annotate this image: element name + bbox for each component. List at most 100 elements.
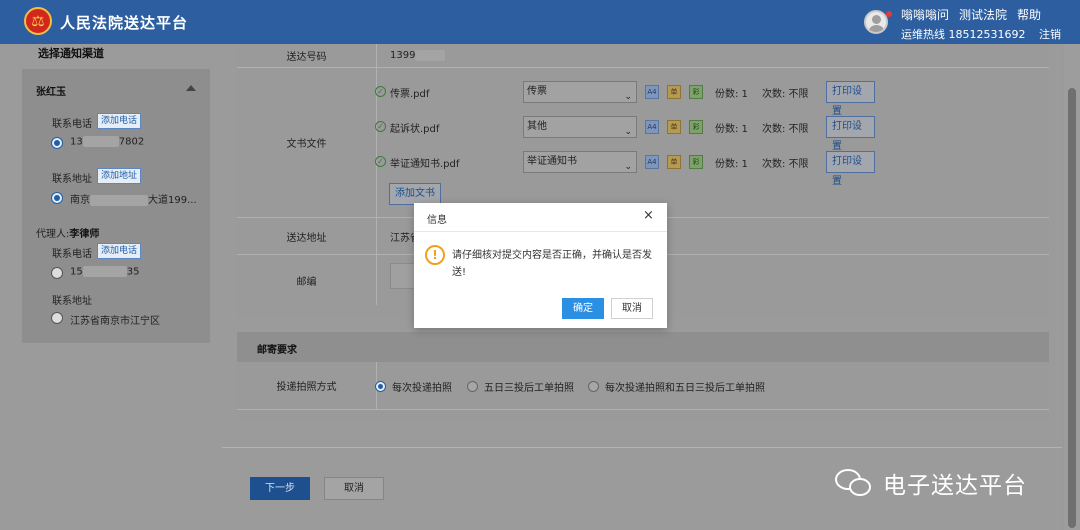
- agent-phone-value: 15 35: [70, 266, 140, 278]
- service-no-row: 送达号码 1399: [237, 44, 1049, 68]
- postcode-label: 邮编: [237, 255, 377, 305]
- agent-phone-radio[interactable]: [51, 267, 63, 279]
- party-address-label: 联系地址: [52, 174, 92, 185]
- color-print-icon[interactable]: 彩: [689, 120, 703, 134]
- documents-label: 文书文件: [237, 68, 377, 217]
- address-label: 送达地址: [237, 218, 377, 254]
- mail-title: 邮寄要求: [257, 345, 297, 356]
- warning-icon: !: [425, 245, 445, 265]
- hotline-number: 18512531692: [948, 28, 1026, 41]
- color-print-icon[interactable]: 彩: [689, 155, 703, 169]
- next-step-button[interactable]: 下一步: [250, 477, 310, 500]
- agent-address-value: 江苏省南京市江宁区: [70, 316, 160, 327]
- photo-option-each-delivery[interactable]: 每次投递拍照: [375, 362, 452, 410]
- print-settings-button[interactable]: 打印设置: [826, 151, 875, 187]
- party-phone-label: 联系电话: [52, 119, 92, 130]
- scrollbar-thumb[interactable]: [1068, 88, 1076, 528]
- hotline-label: 运维热线: [901, 28, 945, 41]
- wechat-icon: [835, 467, 875, 499]
- document-file-name[interactable]: 起诉状.pdf: [390, 120, 439, 135]
- agent-add-phone-button[interactable]: 添加电话: [97, 243, 142, 259]
- agent-label: 代理人:李律师: [36, 229, 100, 240]
- print-settings-button[interactable]: 打印设置: [826, 81, 875, 117]
- divider: [222, 447, 1062, 448]
- documents-row: 文书文件 ✓ 传票.pdf 传票 ⌄ A4 单 彩 份数: 1 次数: 不限 打印…: [237, 68, 1049, 218]
- document-type-select[interactable]: 传票 ⌄: [523, 81, 637, 103]
- document-item: ✓ 举证通知书.pdf 举证通知书 ⌄ A4 单 彩 份数: 1 次数: 不限 打…: [375, 151, 875, 187]
- user-name[interactable]: 嗡嗡嗡问: [901, 8, 949, 22]
- party-address-value: 南京 大道199...: [70, 194, 197, 206]
- vertical-scrollbar[interactable]: [1064, 44, 1080, 530]
- document-file-name[interactable]: 举证通知书.pdf: [390, 155, 459, 170]
- dialog-title: 信息: [427, 215, 447, 226]
- court-name: 测试法院: [959, 8, 1008, 22]
- mail-header: 邮寄要求: [237, 332, 1049, 362]
- hotline-info: 运维热线 18512531692 注销: [901, 26, 1061, 42]
- print-settings-button[interactable]: 打印设置: [826, 116, 875, 152]
- check-circle-icon: ✓: [375, 121, 386, 132]
- party-phone-radio[interactable]: [51, 137, 63, 149]
- document-item: ✓ 起诉状.pdf 其他 ⌄ A4 单 彩 份数: 1 次数: 不限 打印设置: [375, 116, 875, 152]
- add-document-button[interactable]: 添加文书: [389, 183, 441, 205]
- paper-a4-icon[interactable]: A4: [645, 85, 659, 99]
- radio-selected-icon[interactable]: [375, 380, 386, 392]
- photo-option-five-day[interactable]: 五日三投后工单拍照: [467, 362, 574, 410]
- document-times: 次数: 不限: [762, 159, 809, 170]
- contact-card: 张红玉 联系电话 添加电话 13 7802 联系地址 添加地址 南京 大道199..…: [22, 69, 210, 343]
- radio-icon[interactable]: [588, 380, 599, 392]
- single-side-icon[interactable]: 单: [667, 85, 681, 99]
- help-link[interactable]: 帮助: [1017, 8, 1041, 22]
- color-print-icon[interactable]: 彩: [689, 85, 703, 99]
- agent-address-label: 联系地址: [52, 296, 92, 307]
- masked-text: [415, 50, 446, 61]
- check-circle-icon: ✓: [375, 86, 386, 97]
- photo-option-both[interactable]: 每次投递拍照和五日三投后工单拍照: [588, 362, 765, 410]
- single-side-icon[interactable]: 单: [667, 120, 681, 134]
- court-emblem-icon: ⚖: [24, 7, 52, 35]
- paper-a4-icon[interactable]: A4: [645, 120, 659, 134]
- add-address-button[interactable]: 添加地址: [97, 168, 142, 184]
- agent-phone-label: 联系电话: [52, 249, 92, 260]
- add-phone-button[interactable]: 添加电话: [97, 113, 142, 129]
- app-title: 人民法院送达平台: [60, 14, 189, 32]
- document-copies: 份数: 1: [715, 124, 748, 135]
- chevron-down-icon: ⌄: [624, 127, 632, 137]
- document-item: ✓ 传票.pdf 传票 ⌄ A4 单 彩 份数: 1 次数: 不限 打印设置: [375, 81, 875, 117]
- dialog-header: 信息 ×: [414, 203, 667, 232]
- photo-method-label: 投递拍照方式: [237, 362, 377, 409]
- agent-address-radio[interactable]: [51, 312, 63, 324]
- logout-link[interactable]: 注销: [1039, 28, 1061, 41]
- user-avatar-icon[interactable]: [864, 10, 888, 34]
- document-type-select[interactable]: 举证通知书 ⌄: [523, 151, 637, 173]
- dialog-message: 请仔细核对提交内容是否正确，并确认是否发送!: [452, 250, 652, 278]
- party-address-radio[interactable]: [51, 192, 63, 204]
- channel-panel: 选择通知渠道 张红玉 联系电话 添加电话 13 7802 联系地址 添加地址 南京…: [0, 44, 222, 530]
- paper-a4-icon[interactable]: A4: [645, 155, 659, 169]
- masked-text: [82, 266, 127, 277]
- dialog-cancel-button[interactable]: 取消: [611, 298, 653, 319]
- document-copies: 份数: 1: [715, 159, 748, 170]
- top-header: ⚖ 人民法院送达平台 嗡嗡嗡问 测试法院 帮助 运维热线 18512531692 注…: [0, 0, 1080, 44]
- document-copies: 份数: 1: [715, 89, 748, 100]
- collapse-arrow-icon[interactable]: [186, 85, 196, 91]
- agent-name: 李律师: [69, 229, 100, 240]
- party-name: 张红玉: [36, 87, 66, 98]
- watermark: 电子送达平台: [835, 466, 1027, 500]
- notification-dot-icon: [886, 11, 892, 17]
- cancel-button[interactable]: 取消: [324, 477, 384, 500]
- service-no-value: 1399: [377, 44, 1049, 67]
- masked-text: [90, 194, 148, 206]
- document-times: 次数: 不限: [762, 124, 809, 135]
- party-phone-value: 13 7802: [70, 136, 145, 148]
- single-side-icon[interactable]: 单: [667, 155, 681, 169]
- user-info: 嗡嗡嗡问 测试法院 帮助: [901, 6, 1041, 23]
- radio-icon[interactable]: [467, 380, 478, 392]
- document-type-select[interactable]: 其他 ⌄: [523, 116, 637, 138]
- close-icon[interactable]: ×: [643, 209, 654, 223]
- service-no-label: 送达号码: [237, 44, 377, 67]
- confirm-button[interactable]: 确定: [562, 298, 604, 319]
- mail-requirements: 邮寄要求 投递拍照方式 每次投递拍照 五日三投后工单拍照 每次投递拍照和五日三投…: [237, 332, 1049, 420]
- check-circle-icon: ✓: [375, 156, 386, 167]
- masked-text: [82, 136, 119, 147]
- document-file-name[interactable]: 传票.pdf: [390, 85, 429, 100]
